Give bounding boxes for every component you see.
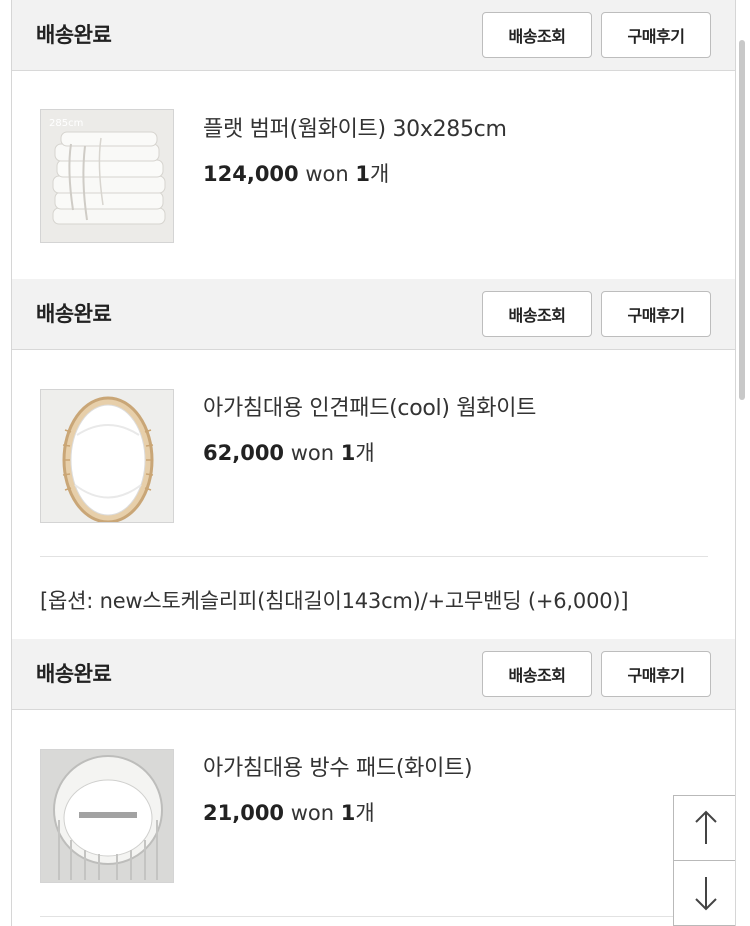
price-line: 21,000 won 1개 — [203, 797, 375, 827]
track-delivery-button[interactable]: 배송조회 — [482, 12, 592, 58]
arrow-down-icon — [695, 877, 717, 911]
price-line: 62,000 won 1개 — [203, 437, 375, 467]
price-currency: won — [305, 162, 349, 186]
delivery-status: 배송완료 — [36, 302, 112, 326]
write-review-button[interactable]: 구매후기 — [601, 291, 711, 337]
product-option: [옵션: new스토케슬리피(침대길이143cm)/+고무밴딩 (+6,000)… — [40, 589, 629, 613]
quantity-number: 1 — [340, 441, 356, 465]
write-review-button[interactable]: 구매후기 — [601, 651, 711, 697]
product-thumbnail[interactable] — [40, 749, 174, 883]
quantity-unit: 개 — [370, 162, 390, 186]
track-delivery-button[interactable]: 배송조회 — [482, 651, 592, 697]
divider — [40, 556, 708, 557]
price-line: 124,000 won 1개 — [203, 158, 389, 188]
page-scrollbar[interactable] — [736, 0, 750, 926]
quantity-unit: 개 — [355, 801, 375, 825]
quantity-number: 1 — [355, 162, 370, 186]
order-header: 배송완료 배송조회 구매후기 — [12, 639, 735, 710]
scroll-to-bottom-button[interactable] — [674, 861, 735, 925]
write-review-button[interactable]: 구매후기 — [601, 12, 711, 58]
product-name[interactable]: 아가침대용 방수 패드(화이트) — [203, 750, 473, 782]
product-name[interactable]: 플랫 범퍼(웜화이트) 30x285cm — [203, 111, 507, 143]
quantity-number: 1 — [340, 801, 356, 825]
price-currency: won — [290, 801, 335, 825]
order-list: 배송완료 배송조회 구매후기 285cm 플랫 범퍼(웜화이트) 30x285c… — [11, 0, 736, 926]
order-header: 배송완료 배송조회 구매후기 — [12, 279, 735, 350]
price-currency: won — [290, 441, 335, 465]
delivery-status: 배송완료 — [36, 23, 112, 47]
delivery-status: 배송완료 — [36, 662, 112, 686]
order-header: 배송완료 배송조회 구매후기 — [12, 0, 735, 71]
track-delivery-button[interactable]: 배송조회 — [482, 291, 592, 337]
scroll-nav — [673, 795, 735, 926]
scrollbar-thumb[interactable] — [739, 40, 745, 400]
product-name[interactable]: 아가침대용 인견패드(cool) 웜화이트 — [203, 390, 536, 422]
price-amount: 62,000 — [203, 441, 285, 465]
product-thumbnail[interactable]: 285cm — [40, 109, 174, 243]
arrow-up-icon — [695, 810, 717, 844]
divider — [40, 916, 708, 917]
price-amount: 21,000 — [203, 801, 285, 825]
product-thumbnail[interactable] — [40, 389, 174, 523]
scroll-to-top-button[interactable] — [674, 796, 735, 861]
thumb-size-label: 285cm — [49, 118, 83, 129]
price-amount: 124,000 — [203, 162, 299, 186]
quantity-unit: 개 — [355, 441, 375, 465]
